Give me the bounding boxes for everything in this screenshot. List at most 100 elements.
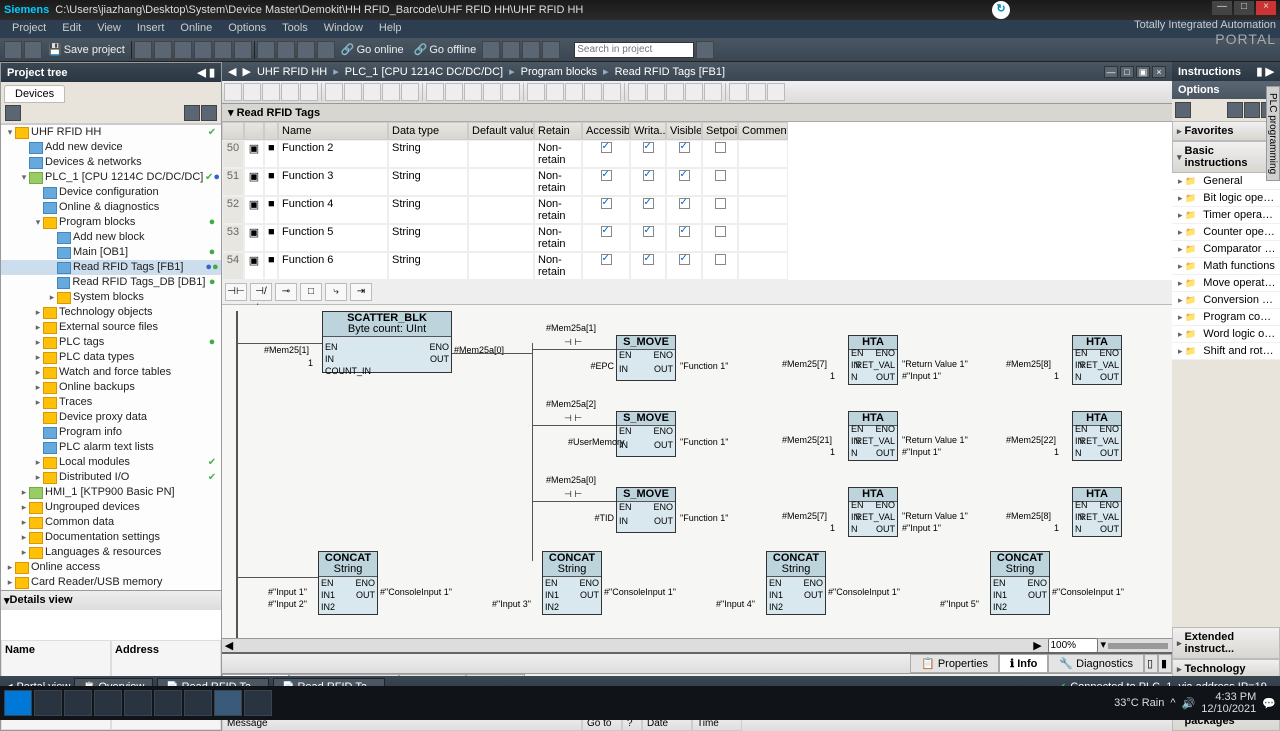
tab-diagnostics[interactable]: 🔧 Diagnostics	[1048, 654, 1144, 673]
tree-item-30[interactable]: ▸Card Reader/USB memory	[1, 575, 221, 590]
hta-a-0[interactable]: HTAENINNENORET_VALOUT	[848, 335, 898, 385]
hta-b-2[interactable]: HTAENINNENORET_VALOUT	[1072, 487, 1122, 537]
tree-item-26[interactable]: ▸Common data	[1, 515, 221, 530]
t3-icon[interactable]	[522, 41, 540, 59]
editor-tool-11[interactable]	[445, 83, 463, 101]
help-bubble-icon[interactable]: ↻	[992, 1, 1010, 19]
editor-tool-27[interactable]	[767, 83, 785, 101]
instr-tool1-icon[interactable]	[1175, 102, 1191, 118]
instr-item-3[interactable]: ▸ 📁 Counter operations	[1172, 224, 1280, 241]
concat-1[interactable]: CONCATStringENIN1IN2ENOOUT	[542, 551, 602, 615]
instr-item-0[interactable]: ▸ 📁 General	[1172, 173, 1280, 190]
tab-info[interactable]: ℹ Info	[999, 654, 1048, 673]
redo-icon[interactable]	[234, 41, 252, 59]
delete-icon[interactable]	[194, 41, 212, 59]
upload-icon[interactable]	[277, 41, 295, 59]
smove-1[interactable]: S_MOVEENINENOOUT	[616, 411, 676, 457]
tree-item-18[interactable]: ▸Traces	[1, 395, 221, 410]
details-view-header[interactable]: ▾ Details view	[1, 591, 221, 610]
maximize-button[interactable]: □	[1234, 1, 1254, 15]
tree-item-15[interactable]: ▸PLC data types	[1, 350, 221, 365]
tree-item-5[interactable]: Online & diagnostics	[1, 200, 221, 215]
tree-item-29[interactable]: ▸Online access	[1, 560, 221, 575]
notifications-icon[interactable]: 💬	[1262, 697, 1276, 710]
hta-b-1[interactable]: HTAENINNENORET_VALOUT	[1072, 411, 1122, 461]
unknown-icon[interactable]: ⇥	[350, 283, 372, 301]
editor-tool-0[interactable]	[224, 83, 242, 101]
tree-item-22[interactable]: ▸Local modules✔	[1, 455, 221, 470]
smove-0[interactable]: S_MOVEENINENOOUT	[616, 335, 676, 381]
tree-item-1[interactable]: Add new device	[1, 140, 221, 155]
box-icon[interactable]: □	[300, 283, 322, 301]
devices-tab[interactable]: Devices	[4, 85, 65, 103]
tree-view1-icon[interactable]	[184, 105, 200, 121]
cut-icon[interactable]	[134, 41, 152, 59]
concat-0[interactable]: CONCATStringENIN1IN2ENOOUT	[318, 551, 378, 615]
tab-properties[interactable]: 📋 Properties	[910, 654, 999, 673]
zoom-input[interactable]	[1048, 638, 1098, 653]
editor-tool-25[interactable]	[729, 83, 747, 101]
tree-item-24[interactable]: ▸HMI_1 [KTP900 Basic PN]	[1, 485, 221, 500]
editor-tool-3[interactable]	[281, 83, 299, 101]
paste-icon[interactable]	[174, 41, 192, 59]
tree-tool-icon[interactable]	[5, 105, 21, 121]
tree-item-21[interactable]: PLC alarm text lists	[1, 440, 221, 455]
menu-window[interactable]: Window	[316, 20, 371, 38]
editor-tool-12[interactable]	[464, 83, 482, 101]
tree-item-25[interactable]: ▸Ungrouped devices	[1, 500, 221, 515]
editor-tool-1[interactable]	[243, 83, 261, 101]
instr-tool2-icon[interactable]	[1227, 102, 1243, 118]
hta-a-2[interactable]: HTAENINNENORET_VALOUT	[848, 487, 898, 537]
side-tab-plc[interactable]: PLC programming	[1266, 86, 1280, 181]
close-button[interactable]: ×	[1256, 1, 1276, 15]
new-icon[interactable]	[4, 41, 22, 59]
go-offline-button[interactable]: 🔗 Go offline	[410, 43, 481, 56]
instr-item-8[interactable]: ▸ 📁 Program control op...	[1172, 309, 1280, 326]
options-header[interactable]: Options	[1172, 81, 1280, 99]
editor-tool-5[interactable]	[325, 83, 343, 101]
tree-item-0[interactable]: ▾UHF RFID HH✔	[1, 125, 221, 140]
branch-icon[interactable]: ⤷	[325, 283, 347, 301]
editor-tool-20[interactable]	[628, 83, 646, 101]
concat-3[interactable]: CONCATStringENIN1IN2ENOOUT	[990, 551, 1050, 615]
editor-tool-17[interactable]	[565, 83, 583, 101]
tree-item-27[interactable]: ▸Documentation settings	[1, 530, 221, 545]
explorer-icon[interactable]	[124, 690, 152, 716]
tree-item-20[interactable]: Program info	[1, 425, 221, 440]
network-area[interactable]: SCATTER_BLKByte count: UInt EN IN COUNT_…	[222, 305, 1172, 638]
instr-item-5[interactable]: ▸ 📁 Math functions	[1172, 258, 1280, 275]
inspector-collapse-icon[interactable]: ▯	[1144, 654, 1158, 673]
compile-icon[interactable]	[297, 41, 315, 59]
editor-tool-18[interactable]	[584, 83, 602, 101]
chrome-icon[interactable]	[94, 690, 122, 716]
instr-item-2[interactable]: ▸ 📁 Timer operations	[1172, 207, 1280, 224]
tia-icon[interactable]	[214, 690, 242, 716]
outlook-icon[interactable]	[154, 690, 182, 716]
tree-item-14[interactable]: ▸PLC tags●	[1, 335, 221, 350]
save-button[interactable]: 💾 Save project	[44, 43, 129, 56]
tree-item-7[interactable]: Add new block	[1, 230, 221, 245]
menu-insert[interactable]: Insert	[129, 20, 173, 38]
editor-tool-19[interactable]	[603, 83, 621, 101]
taskview-icon[interactable]	[64, 690, 92, 716]
tree-item-8[interactable]: Main [OB1]●	[1, 245, 221, 260]
editor-tool-24[interactable]	[704, 83, 722, 101]
editor-tool-6[interactable]	[344, 83, 362, 101]
editor-tool-21[interactable]	[647, 83, 665, 101]
menu-edit[interactable]: Edit	[54, 20, 89, 38]
word-icon[interactable]	[244, 690, 272, 716]
editor-close-icon[interactable]: ×	[1152, 66, 1166, 78]
editor-tool-8[interactable]	[382, 83, 400, 101]
search-input[interactable]	[574, 42, 694, 58]
tree-item-28[interactable]: ▸Languages & resources	[1, 545, 221, 560]
editor-tool-7[interactable]	[363, 83, 381, 101]
tree-item-13[interactable]: ▸External source files	[1, 320, 221, 335]
menu-tools[interactable]: Tools	[274, 20, 316, 38]
open-icon[interactable]	[24, 41, 42, 59]
accordion-1[interactable]: ▾Basic instructions	[1172, 141, 1280, 173]
instr-item-10[interactable]: ▸ 📁 Shift and rotate	[1172, 343, 1280, 360]
editor-tool-13[interactable]	[483, 83, 501, 101]
copy-icon[interactable]	[154, 41, 172, 59]
hta-a-1[interactable]: HTAENINNENORET_VALOUT	[848, 411, 898, 461]
menu-view[interactable]: View	[89, 20, 129, 38]
